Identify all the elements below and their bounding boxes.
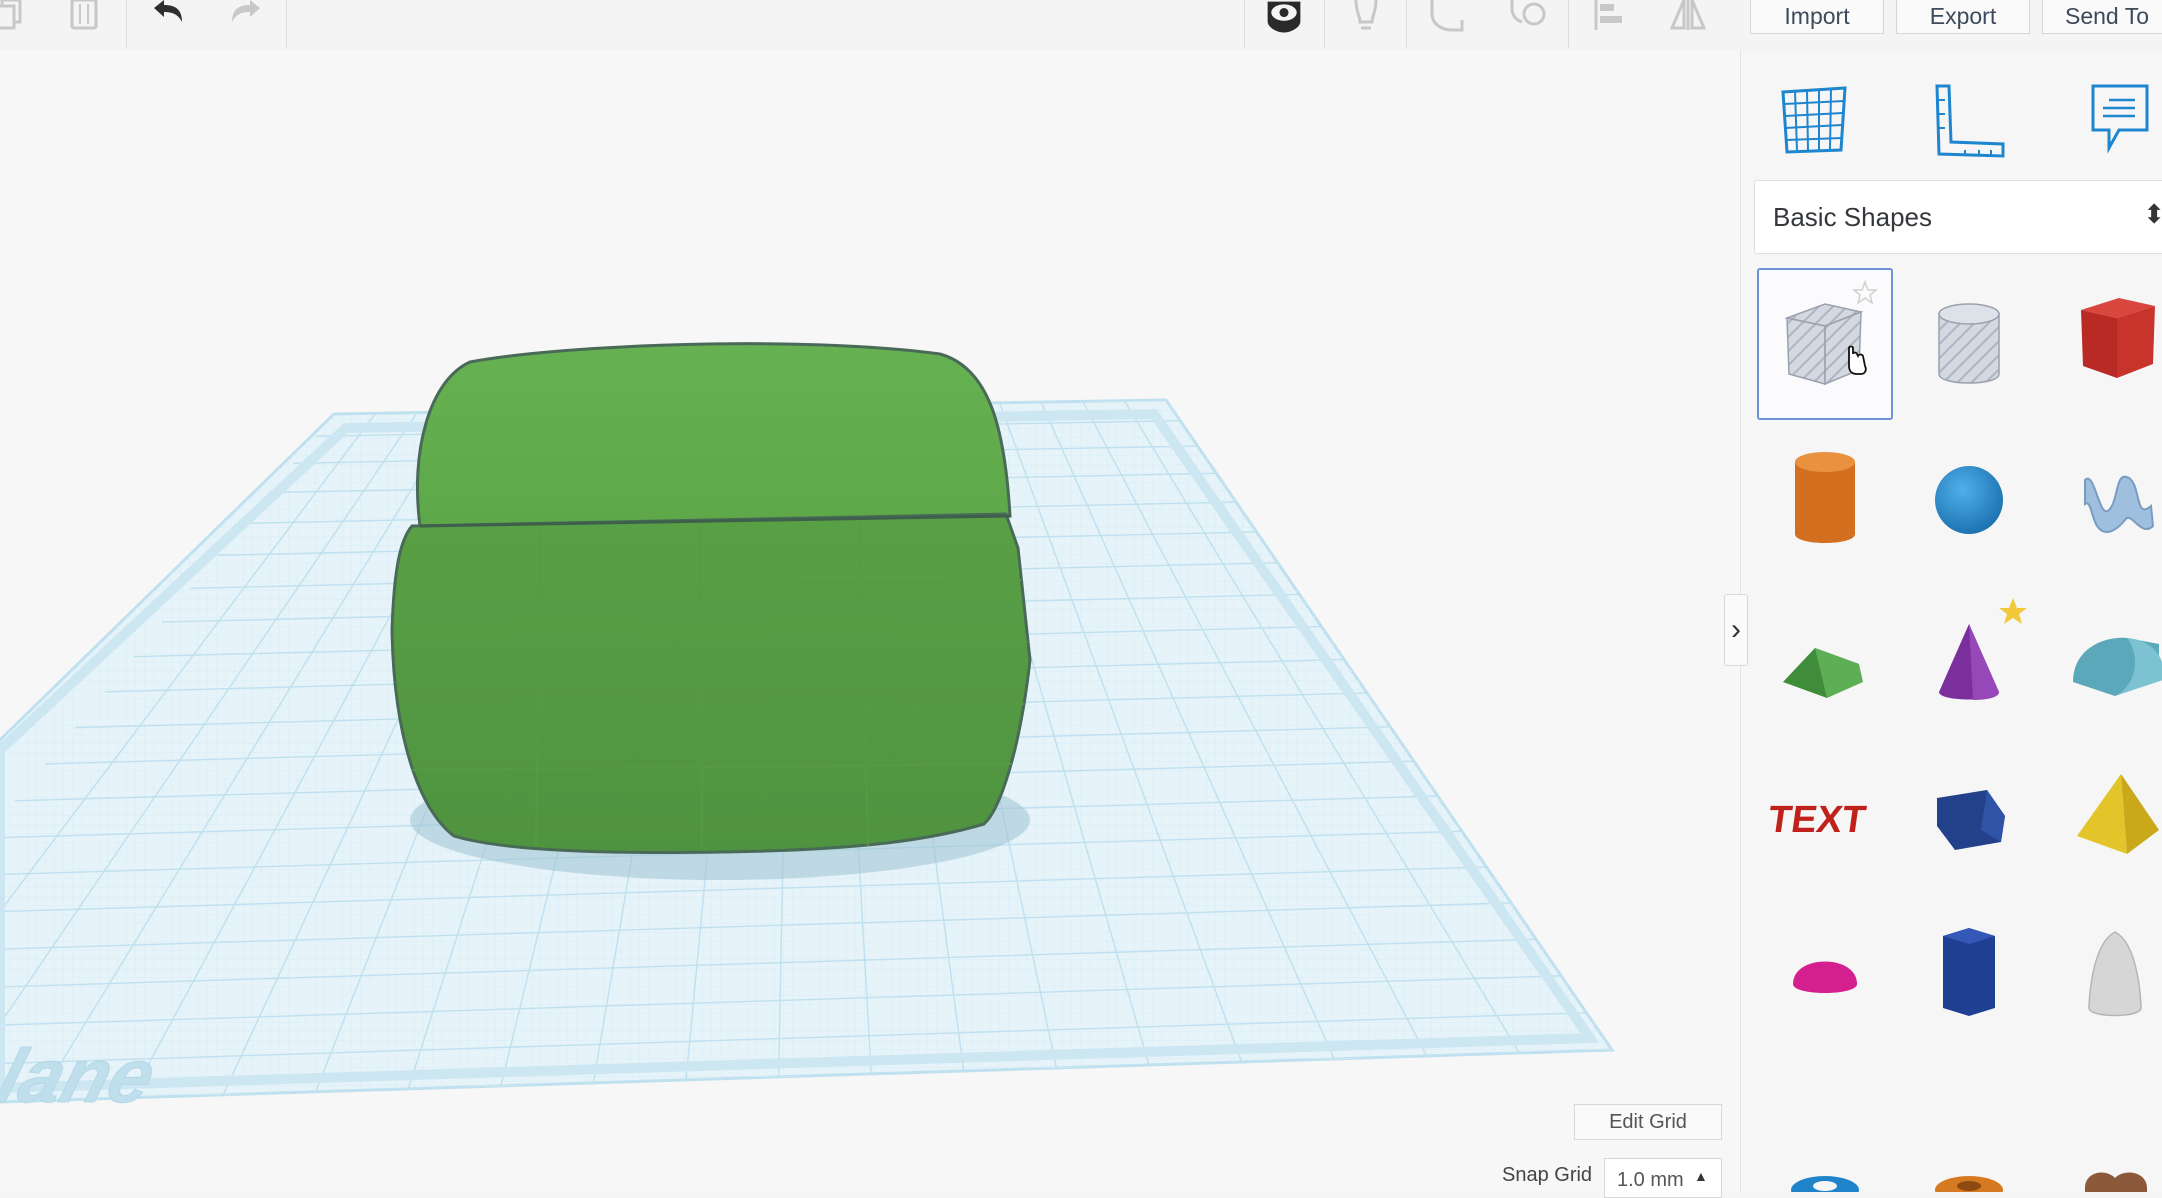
ungroup-icon[interactable] [1508,0,1548,36]
export-button[interactable]: Export [1896,0,2030,34]
shape-heart[interactable] [2047,1056,2162,1192]
shape-box-hole[interactable] [1757,268,1893,420]
shape-cylinder-hole[interactable] [1901,268,2037,420]
delete-icon[interactable] [64,0,104,36]
chevron-up-down-icon: ⬍ [2143,199,2162,230]
show-hide-icon[interactable] [1264,0,1304,36]
shape-half-sphere[interactable] [1757,898,1893,1050]
toolbar-separator [286,0,287,48]
workplane-grid-icon[interactable] [1775,72,1855,162]
top-toolbar: Import Export Send To [0,0,2162,51]
caret-up-icon: ▲ [1694,1168,1708,1184]
shape-paraboloid[interactable] [2047,898,2162,1050]
toolbar-separator [1568,0,1569,48]
toolbar-separator [1244,0,1245,48]
star-filled-icon [1999,598,2027,624]
shape-torus[interactable] [1757,1056,1893,1192]
shape-category-label: Basic Shapes [1773,201,1932,232]
toolbar-separator [1406,0,1407,48]
star-outline-icon [1851,279,1879,305]
selected-green-box[interactable] [390,342,1032,854]
shape-tube[interactable] [1901,1056,2037,1192]
lightbulb-icon[interactable] [1346,0,1386,36]
send-to-button[interactable]: Send To [2042,0,2162,34]
snap-grid-label: Snap Grid [1502,1164,1593,1186]
shape-cone[interactable] [1901,582,2037,734]
shapes-panel: Basic Shapes ⬍ [1740,50,2162,1192]
import-button[interactable]: Import [1750,0,1884,34]
toolbar-separator [1324,0,1325,48]
shape-polygon[interactable] [1901,898,2037,1050]
shape-category-select[interactable]: Basic Shapes ⬍ [1754,180,2162,254]
mirror-icon[interactable] [1668,0,1708,36]
panel-collapse-chevron-icon[interactable]: › [1724,594,1748,666]
edit-grid-button[interactable]: Edit Grid [1574,1104,1722,1140]
shape-text[interactable]: TEXT [1757,738,1893,890]
group-icon[interactable] [1428,0,1468,36]
undo-icon[interactable] [148,0,188,36]
notes-icon[interactable] [2081,72,2161,162]
shape-wedge[interactable] [1901,738,2037,890]
svg-text:TEXT: TEXT [1765,798,1868,841]
shape-round-roof[interactable] [2047,582,2162,734]
shape-pyramid[interactable] [2047,738,2162,890]
copy-icon[interactable] [0,0,34,36]
shape-box[interactable] [2047,268,2162,420]
ruler-icon[interactable] [1929,72,2009,162]
align-icon[interactable] [1590,0,1630,36]
shape-sphere[interactable] [1901,424,2037,576]
shape-cylinder[interactable] [1757,424,1893,576]
workplane-viewport[interactable]: Workplane [0,50,1740,1192]
workplane-scene[interactable]: Workplane [0,50,1740,1192]
redo-icon[interactable] [226,0,266,36]
workplane-label: Workplane [0,1034,165,1118]
shape-scribble[interactable] [2047,424,2162,576]
shape-roof[interactable] [1757,582,1893,734]
toolbar-separator [126,0,127,48]
